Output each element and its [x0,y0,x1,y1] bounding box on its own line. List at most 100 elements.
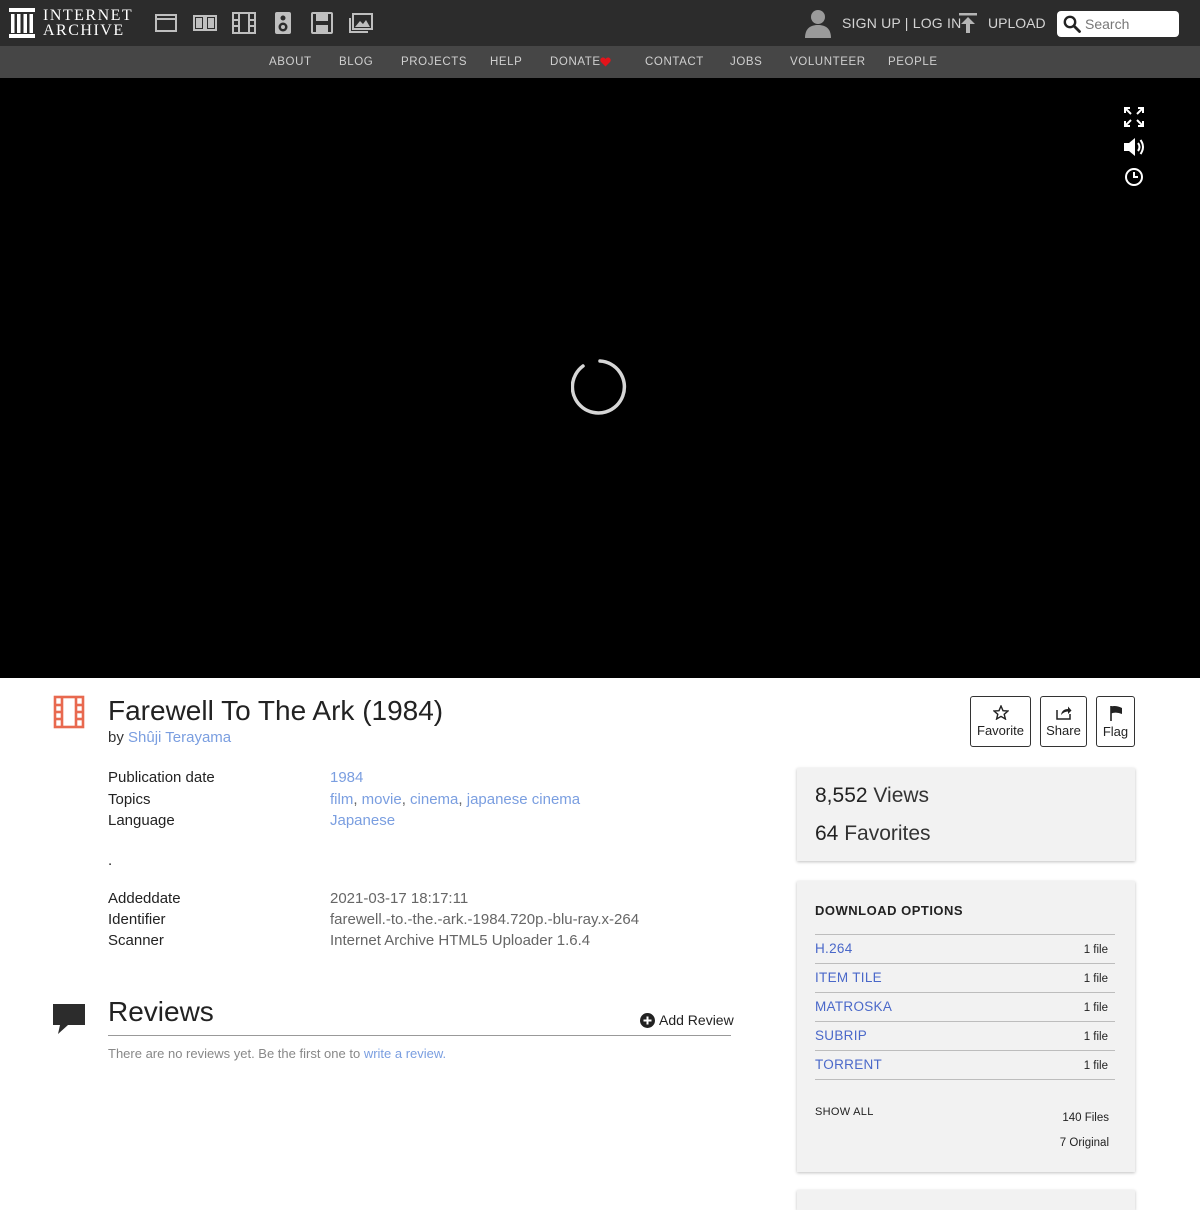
nav-jobs[interactable]: JOBS [730,46,762,78]
share-icon [1055,706,1071,720]
share-label: Share [1046,723,1081,738]
download-file-count: 1 file [1083,944,1108,956]
language-link[interactable]: Japanese [330,812,395,829]
topic-separator: , [353,791,358,808]
internet-archive-logo[interactable]: INTERNET ARCHIVE [9,8,133,39]
flag-icon [1109,705,1122,721]
download-format-link[interactable]: TORRENT [815,1057,882,1072]
scanner-label: Scanner [108,932,164,949]
software-icon[interactable] [302,0,341,46]
nav-contact[interactable]: CONTACT [645,46,704,78]
add-review-button[interactable]: Add Review [640,1012,734,1028]
topics-label: Topics [108,791,151,808]
download-row: ITEM TILE 1 file [815,963,1115,992]
film-icon [53,695,85,734]
addeddate-label: Addeddate [108,890,181,907]
download-format-link[interactable]: MATROSKA [815,999,892,1014]
nav-donate[interactable]: DONATE [550,46,601,78]
download-format-link[interactable]: SUBRIP [815,1028,867,1043]
flag-label: Flag [1102,723,1129,739]
web-icon[interactable] [146,0,185,46]
addeddate-value: 2021-03-17 18:17:11 [330,890,469,907]
user-area: SIGN UP | LOG IN [804,8,961,38]
download-list-divider [815,1079,1115,1080]
download-file-count: 1 file [1083,973,1108,985]
flag-button[interactable]: Flag [1096,696,1135,747]
show-all-link[interactable]: SHOW ALL [815,1106,874,1118]
nav-blog[interactable]: BLOG [339,46,373,78]
topic-link[interactable]: cinema [410,791,458,808]
reviews-title: Reviews [108,996,214,1027]
topics-value: film, movie, cinema, japanese cinema [330,791,580,808]
video-icon[interactable] [224,0,263,46]
next-card-edge [797,1190,1135,1210]
nav-about[interactable]: ABOUT [269,46,312,78]
share-button[interactable]: Share [1040,696,1087,747]
star-icon [992,705,1009,720]
download-row: MATROSKA 1 file [815,992,1115,1021]
download-format-link[interactable]: ITEM TILE [815,970,882,985]
no-reviews-text: There are no reviews yet. Be the first o… [108,1046,361,1061]
download-file-count: 1 file [1083,1060,1108,1072]
search-box[interactable] [1057,11,1179,37]
publication-date-link[interactable]: 1984 [330,769,363,786]
logo-line-2: ARCHIVE [43,22,125,39]
metadata-dot: . [108,852,113,869]
write-review-link[interactable]: write a review. [364,1046,446,1061]
download-format-link[interactable]: H.264 [815,941,853,956]
views-stat: 8,552 Views [815,784,929,808]
download-options-heading: DOWNLOAD OPTIONS [815,903,964,918]
top-bar: INTERNET ARCHIVE SIGN UP | LOG IN UPLOAD [0,0,1200,46]
favorite-button[interactable]: Favorite [970,696,1031,747]
by-label: by [108,729,124,746]
playback-speed-clock-icon[interactable] [1122,165,1146,189]
download-row: SUBRIP 1 file [815,1021,1115,1050]
logo-text: INTERNET ARCHIVE [43,8,133,39]
audio-icon[interactable] [263,0,302,46]
volume-icon[interactable] [1122,135,1146,159]
identifier-value: farewell.-to.-the.-ark.-1984.720p.-blu-r… [330,911,640,928]
favorites-stat: 64 Favorites [815,822,931,846]
media-type-icons [146,0,380,46]
byline: by Shûji Terayama [108,729,231,746]
download-file-count: 1 file [1083,1031,1108,1043]
nav-volunteer[interactable]: VOLUNTEER [790,46,866,78]
topic-link[interactable]: movie [362,791,402,808]
search-input[interactable] [1085,16,1173,32]
images-icon[interactable] [341,0,380,46]
favorite-label: Favorite [977,723,1024,738]
favorites-label: Favorites [844,822,931,845]
nav-people[interactable]: PEOPLE [888,46,938,78]
topic-link[interactable]: film [330,791,353,808]
upload-button[interactable]: UPLOAD [958,12,1046,34]
topic-separator: , [458,791,463,808]
download-options-card: DOWNLOAD OPTIONS H.264 1 file ITEM TILE … [797,881,1135,1172]
texts-icon[interactable] [185,0,224,46]
language-label: Language [108,812,175,829]
search-icon[interactable] [1063,15,1081,33]
publication-date-label: Publication date [108,769,215,786]
language-value: Japanese [330,812,395,829]
creator-link[interactable]: Shûji Terayama [128,729,231,746]
favorites-count: 64 [815,822,839,845]
upload-label: UPLOAD [988,15,1046,31]
video-player[interactable] [0,78,1200,678]
user-avatar-icon[interactable] [804,8,832,38]
signup-login-link[interactable]: SIGN UP | LOG IN [842,15,961,31]
reviews-divider [108,1035,731,1036]
download-row: TORRENT 1 file [815,1050,1115,1079]
topic-separator: , [401,791,406,808]
fullscreen-icon[interactable] [1122,105,1146,129]
speech-bubble-icon [52,1003,86,1040]
views-label: Views [873,784,930,807]
identifier-label: Identifier [108,911,166,928]
item-title: Farewell To The Ark (1984) [108,695,444,726]
nav-projects[interactable]: PROJECTS [401,46,467,78]
views-count: 8,552 [815,784,868,807]
stats-card: 8,552 Views 64 Favorites [797,768,1135,861]
no-reviews-message: There are no reviews yet. Be the first o… [108,1046,446,1061]
nav-help[interactable]: HELP [490,46,522,78]
loading-spinner-icon [570,358,629,421]
topic-link[interactable]: japanese cinema [467,791,580,808]
secondary-nav: ABOUT BLOG PROJECTS HELP DONATE CONTACT … [0,46,1200,78]
